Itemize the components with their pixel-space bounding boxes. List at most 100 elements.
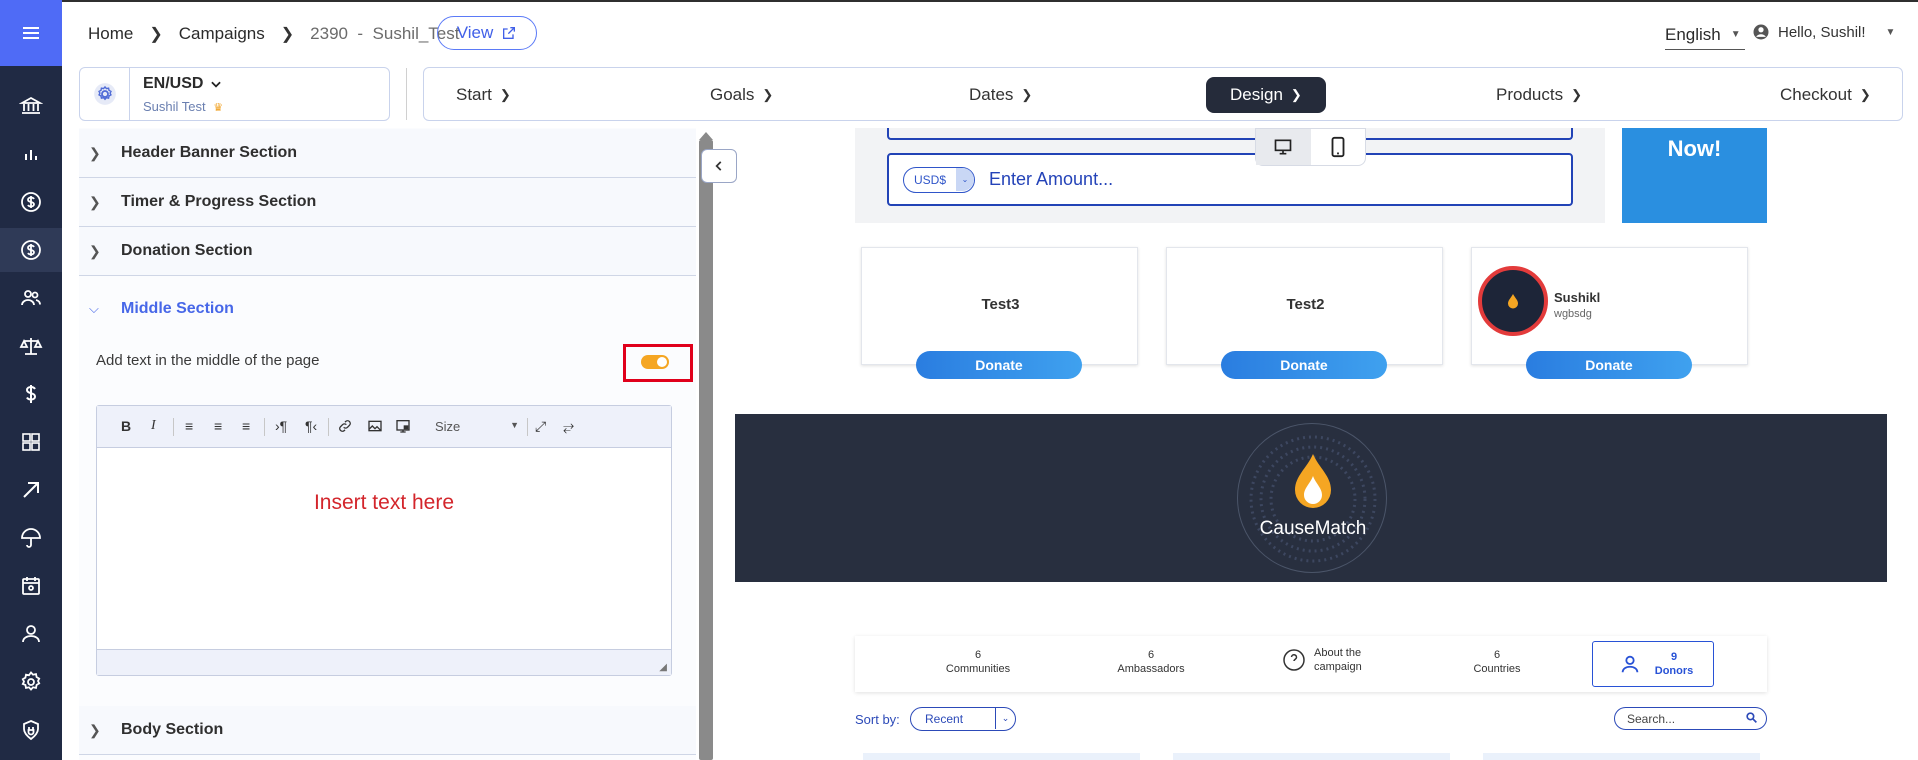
- collapse-panel-button[interactable]: [701, 149, 737, 183]
- sort-select[interactable]: Recent ⌄: [910, 707, 1016, 731]
- align-center-icon[interactable]: ≡: [214, 418, 222, 434]
- step-products[interactable]: Products ❯: [1496, 85, 1582, 105]
- crown-icon: ♛: [213, 102, 224, 114]
- maximize-icon[interactable]: ⤢: [535, 418, 546, 435]
- chevron-right-icon: ❯: [1290, 87, 1302, 102]
- stat-about[interactable]: About the campaign: [1282, 646, 1392, 674]
- embed-icon[interactable]: [395, 418, 411, 437]
- view-button-label: View: [456, 23, 494, 42]
- org-settings-icon[interactable]: [80, 68, 130, 120]
- step-label: Start: [456, 85, 492, 104]
- section-timer-progress[interactable]: ❯ Timer & Progress Section: [79, 178, 696, 227]
- toolbar-separator: [328, 418, 329, 436]
- org-currency-label: EN/USD: [143, 75, 204, 92]
- breadcrumb-home[interactable]: Home: [88, 24, 133, 44]
- step-dates[interactable]: Dates ❯: [969, 85, 1032, 105]
- step-label: Products: [1496, 85, 1564, 104]
- align-left-icon[interactable]: ≡: [185, 418, 193, 434]
- stat-label: About the campaign: [1314, 647, 1362, 673]
- flame-icon: [1508, 294, 1518, 309]
- grid-icon[interactable]: [0, 420, 62, 464]
- section-label: Timer & Progress Section: [121, 193, 317, 210]
- stat-countries[interactable]: 6 Countries: [1457, 648, 1537, 676]
- chevron-right-icon: ❯: [1571, 87, 1582, 102]
- section-middle[interactable]: ⌵ Middle Section: [79, 286, 696, 332]
- org-name-label: Sushil Test: [143, 99, 206, 114]
- donate-button[interactable]: Donate: [1526, 351, 1692, 379]
- chevron-right-icon: ❯: [1859, 87, 1871, 102]
- calendar-icon[interactable]: [0, 564, 62, 608]
- breadcrumb-campaigns[interactable]: Campaigns: [179, 24, 265, 44]
- step-checkout[interactable]: Checkout ❯: [1780, 85, 1871, 105]
- list-item: [1173, 753, 1450, 760]
- middle-text-toggle[interactable]: [641, 355, 669, 369]
- stat-donors[interactable]: 9 Donors: [1592, 641, 1714, 687]
- stat-count: 6: [1493, 649, 1501, 661]
- dollar-circle-active-icon[interactable]: [0, 228, 62, 272]
- step-goals[interactable]: Goals ❯: [710, 85, 773, 105]
- section-header-banner[interactable]: ❯ Header Banner Section: [79, 129, 696, 178]
- resize-handle-icon[interactable]: ◢: [659, 662, 667, 673]
- org-selector[interactable]: EN/USD Sushil Test ♛: [79, 67, 390, 121]
- arrow-up-right-icon[interactable]: [0, 468, 62, 512]
- chevron-down-icon: ⌄: [956, 168, 974, 191]
- list-item: [1483, 753, 1760, 760]
- view-button[interactable]: View: [437, 16, 537, 50]
- bar-chart-icon[interactable]: [0, 132, 62, 176]
- divider: [406, 68, 407, 120]
- dollar-icon[interactable]: [0, 372, 62, 416]
- bold-icon[interactable]: B: [121, 418, 131, 434]
- donate-now-button[interactable]: Now!: [1622, 128, 1767, 223]
- dollar-circle-icon[interactable]: [0, 180, 62, 224]
- align-right-icon[interactable]: ≡: [242, 418, 250, 434]
- flame-logo-icon: [1295, 454, 1331, 508]
- settings-gear-icon[interactable]: [0, 660, 62, 704]
- umbrella-icon[interactable]: [0, 516, 62, 560]
- stat-label: Donors: [1654, 665, 1694, 677]
- chevron-down-icon: [211, 81, 222, 88]
- cta-label: Now!: [1667, 136, 1722, 161]
- scroll-up-arrow-icon[interactable]: [699, 132, 713, 140]
- fullscreen-icon[interactable]: ⥂: [563, 418, 574, 435]
- desktop-icon[interactable]: [1256, 129, 1311, 165]
- step-label: Goals: [710, 85, 755, 104]
- rtl-icon[interactable]: ¶‹: [305, 418, 317, 434]
- logo-text: CauseMatch: [1259, 518, 1367, 539]
- section-donation[interactable]: ❯ Donation Section: [79, 227, 696, 276]
- italic-icon[interactable]: I: [151, 418, 156, 434]
- donor-search-input[interactable]: Search...: [1614, 707, 1767, 730]
- caret-down-icon: ▼: [1730, 29, 1741, 40]
- bank-icon[interactable]: [0, 84, 62, 128]
- currency-select[interactable]: USD$ ⌄: [903, 167, 975, 193]
- stat-ambassadors[interactable]: 6 Ambassadors: [1111, 648, 1191, 676]
- breadcrumb: Home ❯ Campaigns ❯ 2390 - Sushil_Test: [88, 24, 459, 44]
- wizard-steps: Start ❯ Goals ❯ Dates ❯ Design ❯ Products ❯ C…: [423, 67, 1903, 121]
- stat-count: 6: [974, 649, 982, 661]
- image-icon[interactable]: [367, 418, 383, 437]
- editor-footer: ◢: [97, 649, 671, 675]
- user-menu[interactable]: Hello, Sushil! ▼: [1752, 23, 1895, 41]
- chevron-right-icon: ❯: [89, 193, 101, 210]
- toolbar-separator: [527, 418, 528, 436]
- amount-field[interactable]: USD$ ⌄ Enter Amount...: [887, 153, 1573, 206]
- users-icon[interactable]: [0, 276, 62, 320]
- section-label: Middle Section: [121, 300, 234, 317]
- stat-communities[interactable]: 6 Communities: [938, 648, 1018, 676]
- panel-scrollbar[interactable]: [699, 140, 713, 760]
- section-body[interactable]: ❯ Body Section: [79, 706, 696, 755]
- language-select[interactable]: English ▼: [1665, 20, 1745, 50]
- step-design[interactable]: Design ❯: [1206, 77, 1326, 113]
- donate-button[interactable]: Donate: [916, 351, 1082, 379]
- donate-button[interactable]: Donate: [1221, 351, 1387, 379]
- step-start[interactable]: Start ❯: [456, 85, 511, 105]
- person-icon[interactable]: [0, 612, 62, 656]
- mobile-icon[interactable]: [1311, 129, 1366, 165]
- font-size-select[interactable]: Size ▼: [435, 419, 519, 434]
- link-icon[interactable]: [337, 418, 353, 437]
- editor-content[interactable]: Insert text here: [97, 491, 671, 515]
- scale-icon[interactable]: [0, 324, 62, 368]
- stat-label: Countries: [1473, 663, 1521, 675]
- ltr-icon[interactable]: ›¶: [275, 418, 287, 434]
- plug-shield-icon[interactable]: [0, 708, 62, 752]
- hamburger-menu-icon[interactable]: [0, 0, 62, 66]
